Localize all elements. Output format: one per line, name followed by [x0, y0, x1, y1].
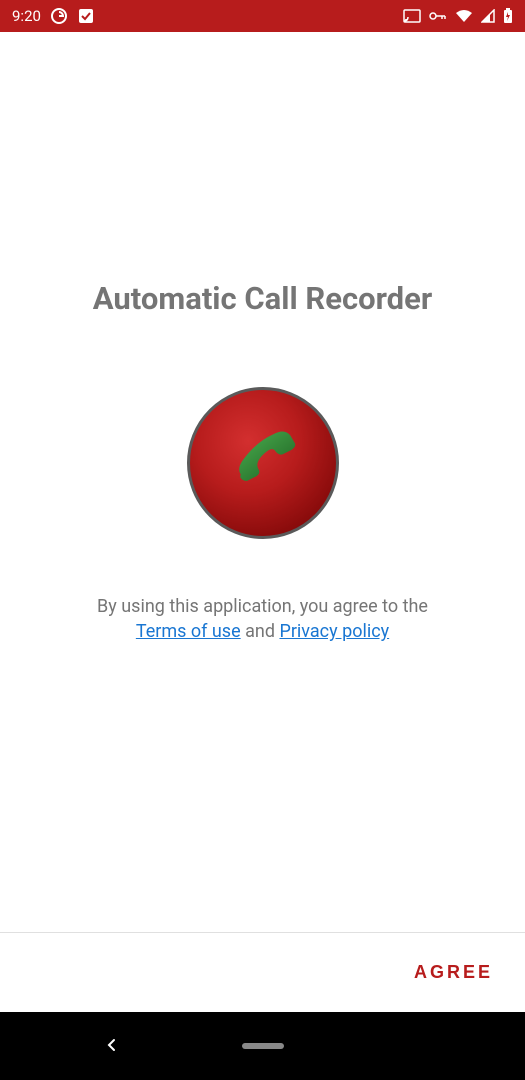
navigation-bar: [0, 1012, 525, 1080]
key-icon: [429, 11, 447, 21]
content-area: Automatic Call Recorder By using this ap…: [0, 32, 525, 932]
privacy-policy-link[interactable]: Privacy policy: [279, 621, 389, 642]
status-right: [403, 8, 513, 24]
status-bar: 9:20: [0, 0, 525, 32]
app-title: Automatic Call Recorder: [93, 280, 432, 317]
terms-and: and: [241, 621, 280, 642]
app-status-icon: [77, 7, 95, 25]
terms-of-use-link[interactable]: Terms of use: [136, 621, 241, 642]
battery-icon: [503, 8, 513, 24]
terms-text: By using this application, you agree to …: [57, 594, 468, 644]
back-icon[interactable]: [105, 1037, 119, 1056]
cast-icon: [403, 9, 421, 23]
main-content: Automatic Call Recorder By using this ap…: [0, 32, 525, 1012]
wifi-icon: [455, 9, 473, 23]
google-icon: [51, 8, 67, 24]
home-indicator[interactable]: [242, 1043, 284, 1049]
terms-intro: By using this application, you agree to …: [97, 596, 428, 617]
agree-button[interactable]: AGREE: [414, 962, 493, 983]
status-time: 9:20: [12, 7, 41, 25]
app-logo-icon: [187, 387, 339, 539]
footer: AGREE: [0, 932, 525, 1012]
status-left: 9:20: [12, 7, 95, 25]
signal-icon: [481, 9, 495, 23]
